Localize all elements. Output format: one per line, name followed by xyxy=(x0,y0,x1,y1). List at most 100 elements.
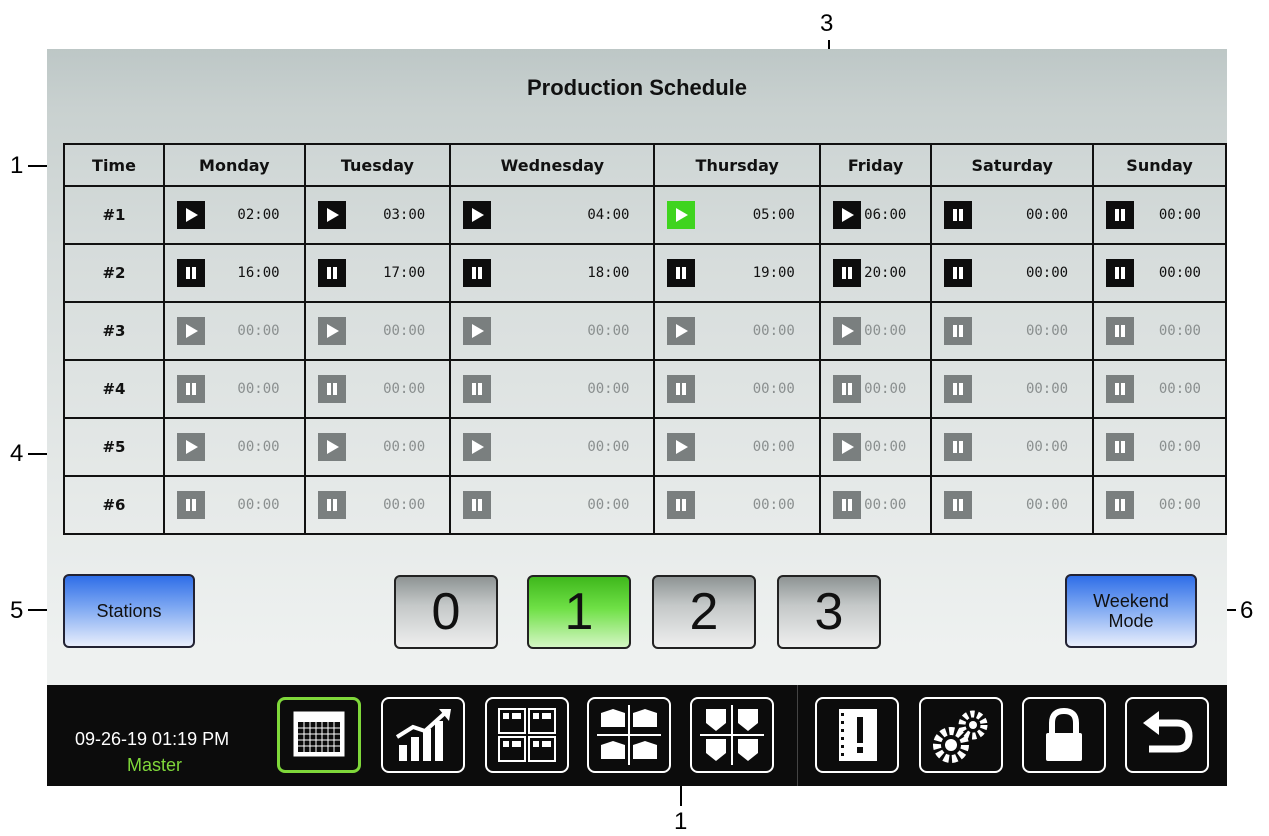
grid-view-button[interactable] xyxy=(485,697,569,773)
pause-button[interactable] xyxy=(177,375,205,403)
play-button[interactable] xyxy=(463,433,492,461)
time-value[interactable]: 00:00 xyxy=(1159,265,1201,281)
schedule-cell[interactable]: 00:00 xyxy=(818,301,933,361)
pause-button[interactable] xyxy=(944,201,973,229)
pause-button[interactable] xyxy=(832,491,861,519)
time-value[interactable]: 00:00 xyxy=(1026,439,1068,455)
play-button[interactable] xyxy=(463,201,492,229)
pause-button[interactable] xyxy=(1106,375,1135,403)
play-button[interactable] xyxy=(832,201,861,229)
pause-button[interactable] xyxy=(317,259,346,287)
time-value[interactable]: 00:00 xyxy=(864,497,906,513)
schedule-cell[interactable]: 17:00 xyxy=(303,243,452,303)
schedule-cell[interactable]: 00:00 xyxy=(653,417,821,477)
time-value[interactable]: 03:00 xyxy=(383,207,425,223)
time-value[interactable]: 19:00 xyxy=(753,265,795,281)
schedule-cell[interactable]: 00:00 xyxy=(818,359,933,419)
time-value[interactable]: 00:00 xyxy=(587,497,629,513)
page-button-1[interactable]: 1 xyxy=(527,575,631,649)
schedule-cell[interactable]: 00:00 xyxy=(1092,243,1227,303)
stations-view-button[interactable] xyxy=(587,697,671,773)
time-value[interactable]: 17:00 xyxy=(383,265,425,281)
schedule-cell[interactable]: 00:00 xyxy=(449,475,656,535)
schedule-cell[interactable]: 00:00 xyxy=(449,301,656,361)
play-button[interactable] xyxy=(317,433,346,461)
time-value[interactable]: 16:00 xyxy=(237,265,279,281)
page-button-0[interactable]: 0 xyxy=(394,575,498,649)
time-value[interactable]: 00:00 xyxy=(864,381,906,397)
time-value[interactable]: 00:00 xyxy=(1026,323,1068,339)
schedule-cell[interactable]: 00:00 xyxy=(163,417,306,477)
time-value[interactable]: 00:00 xyxy=(1159,439,1201,455)
schedule-cell[interactable]: 00:00 xyxy=(303,301,452,361)
schedule-cell[interactable]: 00:00 xyxy=(930,185,1095,245)
play-button[interactable] xyxy=(832,433,861,461)
schedule-cell[interactable]: 00:00 xyxy=(930,475,1095,535)
schedule-cell[interactable]: 00:00 xyxy=(818,417,933,477)
play-button[interactable] xyxy=(667,433,696,461)
time-value[interactable]: 20:00 xyxy=(864,265,906,281)
play-button[interactable] xyxy=(667,317,696,345)
time-value[interactable]: 00:00 xyxy=(1159,497,1201,513)
pause-button[interactable] xyxy=(177,491,205,519)
play-button[interactable] xyxy=(667,201,696,229)
pause-button[interactable] xyxy=(944,259,973,287)
time-value[interactable]: 00:00 xyxy=(864,323,906,339)
pause-button[interactable] xyxy=(1106,259,1135,287)
play-button[interactable] xyxy=(463,317,492,345)
settings-button[interactable] xyxy=(919,697,1003,773)
time-value[interactable]: 00:00 xyxy=(1026,265,1068,281)
time-value[interactable]: 04:00 xyxy=(587,207,629,223)
time-value[interactable]: 00:00 xyxy=(237,439,279,455)
schedule-cell[interactable]: 00:00 xyxy=(930,243,1095,303)
schedule-cell[interactable]: 00:00 xyxy=(1092,475,1227,535)
play-button[interactable] xyxy=(317,317,346,345)
schedule-cell[interactable]: 00:00 xyxy=(930,359,1095,419)
pause-button[interactable] xyxy=(177,259,205,287)
pause-button[interactable] xyxy=(317,491,346,519)
schedule-cell[interactable]: 00:00 xyxy=(303,417,452,477)
play-button[interactable] xyxy=(177,201,205,229)
time-value[interactable]: 00:00 xyxy=(587,381,629,397)
page-button-3[interactable]: 3 xyxy=(777,575,881,649)
schedule-cell[interactable]: 18:00 xyxy=(449,243,656,303)
time-value[interactable]: 00:00 xyxy=(753,497,795,513)
time-value[interactable]: 06:00 xyxy=(864,207,906,223)
time-value[interactable]: 00:00 xyxy=(1026,381,1068,397)
time-value[interactable]: 00:00 xyxy=(237,497,279,513)
pause-button[interactable] xyxy=(463,259,492,287)
schedule-cell[interactable]: 00:00 xyxy=(449,359,656,419)
pause-button[interactable] xyxy=(667,259,696,287)
time-value[interactable]: 00:00 xyxy=(1026,207,1068,223)
time-value[interactable]: 00:00 xyxy=(753,323,795,339)
back-button[interactable] xyxy=(1125,697,1209,773)
play-button[interactable] xyxy=(177,317,205,345)
pause-button[interactable] xyxy=(1106,201,1135,229)
play-button[interactable] xyxy=(177,433,205,461)
alarm-log-button[interactable] xyxy=(815,697,899,773)
charts-button[interactable] xyxy=(381,697,465,773)
schedule-cell[interactable]: 00:00 xyxy=(653,475,821,535)
schedule-cell[interactable]: 00:00 xyxy=(1092,417,1227,477)
time-value[interactable]: 00:00 xyxy=(587,323,629,339)
pause-button[interactable] xyxy=(667,375,696,403)
stations-button[interactable]: Stations xyxy=(63,574,195,648)
schedule-cell[interactable]: 00:00 xyxy=(449,417,656,477)
schedule-cell[interactable]: 00:00 xyxy=(163,301,306,361)
schedule-cell[interactable]: 03:00 xyxy=(303,185,452,245)
time-value[interactable]: 00:00 xyxy=(864,439,906,455)
weekend-mode-button[interactable]: Weekend Mode xyxy=(1065,574,1197,648)
time-value[interactable]: 00:00 xyxy=(587,439,629,455)
schedule-cell[interactable]: 00:00 xyxy=(1092,301,1227,361)
pause-button[interactable] xyxy=(944,491,973,519)
pause-button[interactable] xyxy=(667,491,696,519)
schedule-cell[interactable]: 16:00 xyxy=(163,243,306,303)
schedule-cell[interactable]: 00:00 xyxy=(303,475,452,535)
time-value[interactable]: 00:00 xyxy=(753,381,795,397)
time-value[interactable]: 00:00 xyxy=(1159,207,1201,223)
pause-button[interactable] xyxy=(317,375,346,403)
pause-button[interactable] xyxy=(832,375,861,403)
schedule-cell[interactable]: 06:00 xyxy=(818,185,933,245)
calendar-button[interactable] xyxy=(277,697,361,773)
pause-button[interactable] xyxy=(832,259,861,287)
